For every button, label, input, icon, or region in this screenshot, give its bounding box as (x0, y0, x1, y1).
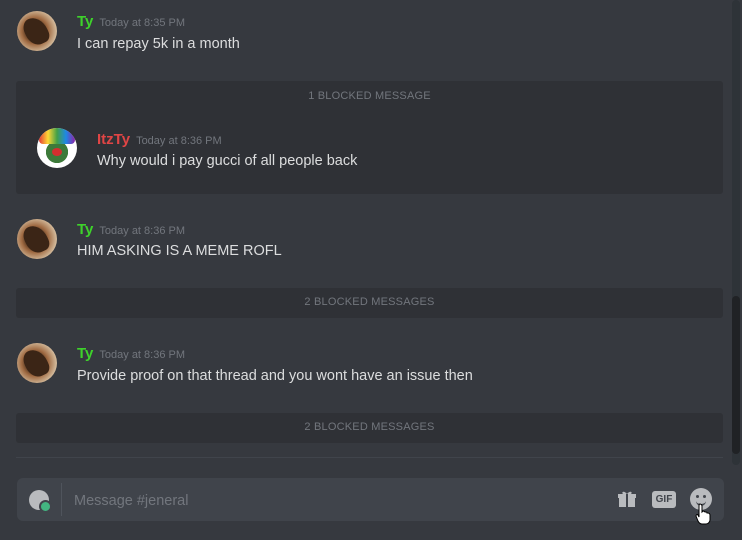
username[interactable]: Ty Today at 8:36 PM (77, 221, 185, 238)
username[interactable]: ItzTy Today at 8:36 PM (97, 131, 222, 148)
message-text: Why would i pay gucci of all people back (97, 153, 358, 169)
hand-pointer-icon (695, 503, 711, 525)
blocked-messages-label[interactable]: 1 BLOCKED MESSAGE (16, 90, 723, 102)
message-text: Provide proof on that thread and you won… (77, 368, 473, 384)
message-input[interactable] (72, 478, 596, 523)
gif-icon[interactable]: GIF (652, 491, 676, 508)
blocked-messages-label[interactable]: 2 BLOCKED MESSAGES (16, 421, 723, 433)
username-text[interactable]: ItzTy (97, 131, 130, 148)
timestamp: Today at 8:36 PM (136, 135, 222, 147)
blocked-messages-label[interactable]: 2 BLOCKED MESSAGES (16, 296, 723, 308)
plus-circle-icon[interactable] (29, 490, 52, 513)
username-text[interactable]: Ty (77, 13, 93, 30)
message-list[interactable]: Ty Today at 8:35 PM I can repay 5k in a m… (0, 0, 732, 465)
avatar[interactable] (37, 128, 77, 168)
divider (61, 483, 62, 516)
username-text[interactable]: Ty (77, 345, 93, 362)
scrollbar-thumb[interactable] (732, 296, 740, 454)
gift-icon[interactable] (617, 489, 637, 509)
username[interactable]: Ty Today at 8:36 PM (77, 345, 185, 362)
message-composer: GIF (17, 478, 724, 523)
username[interactable]: Ty Today at 8:35 PM (77, 13, 185, 30)
avatar[interactable] (17, 343, 57, 383)
avatar[interactable] (17, 219, 57, 259)
blocked-messages-group[interactable]: 2 BLOCKED MESSAGES (16, 413, 723, 443)
timestamp: Today at 8:36 PM (99, 349, 186, 361)
timestamp: Today at 8:35 PM (99, 17, 186, 29)
timestamp: Today at 8:36 PM (99, 225, 186, 237)
avatar[interactable] (17, 11, 57, 51)
blocked-messages-group[interactable]: 2 BLOCKED MESSAGES (16, 288, 723, 318)
message-text: I can repay 5k in a month (77, 36, 240, 52)
divider (16, 457, 723, 458)
message-text: HIM ASKING IS A MEME ROFL (77, 243, 282, 259)
username-text[interactable]: Ty (77, 221, 93, 238)
